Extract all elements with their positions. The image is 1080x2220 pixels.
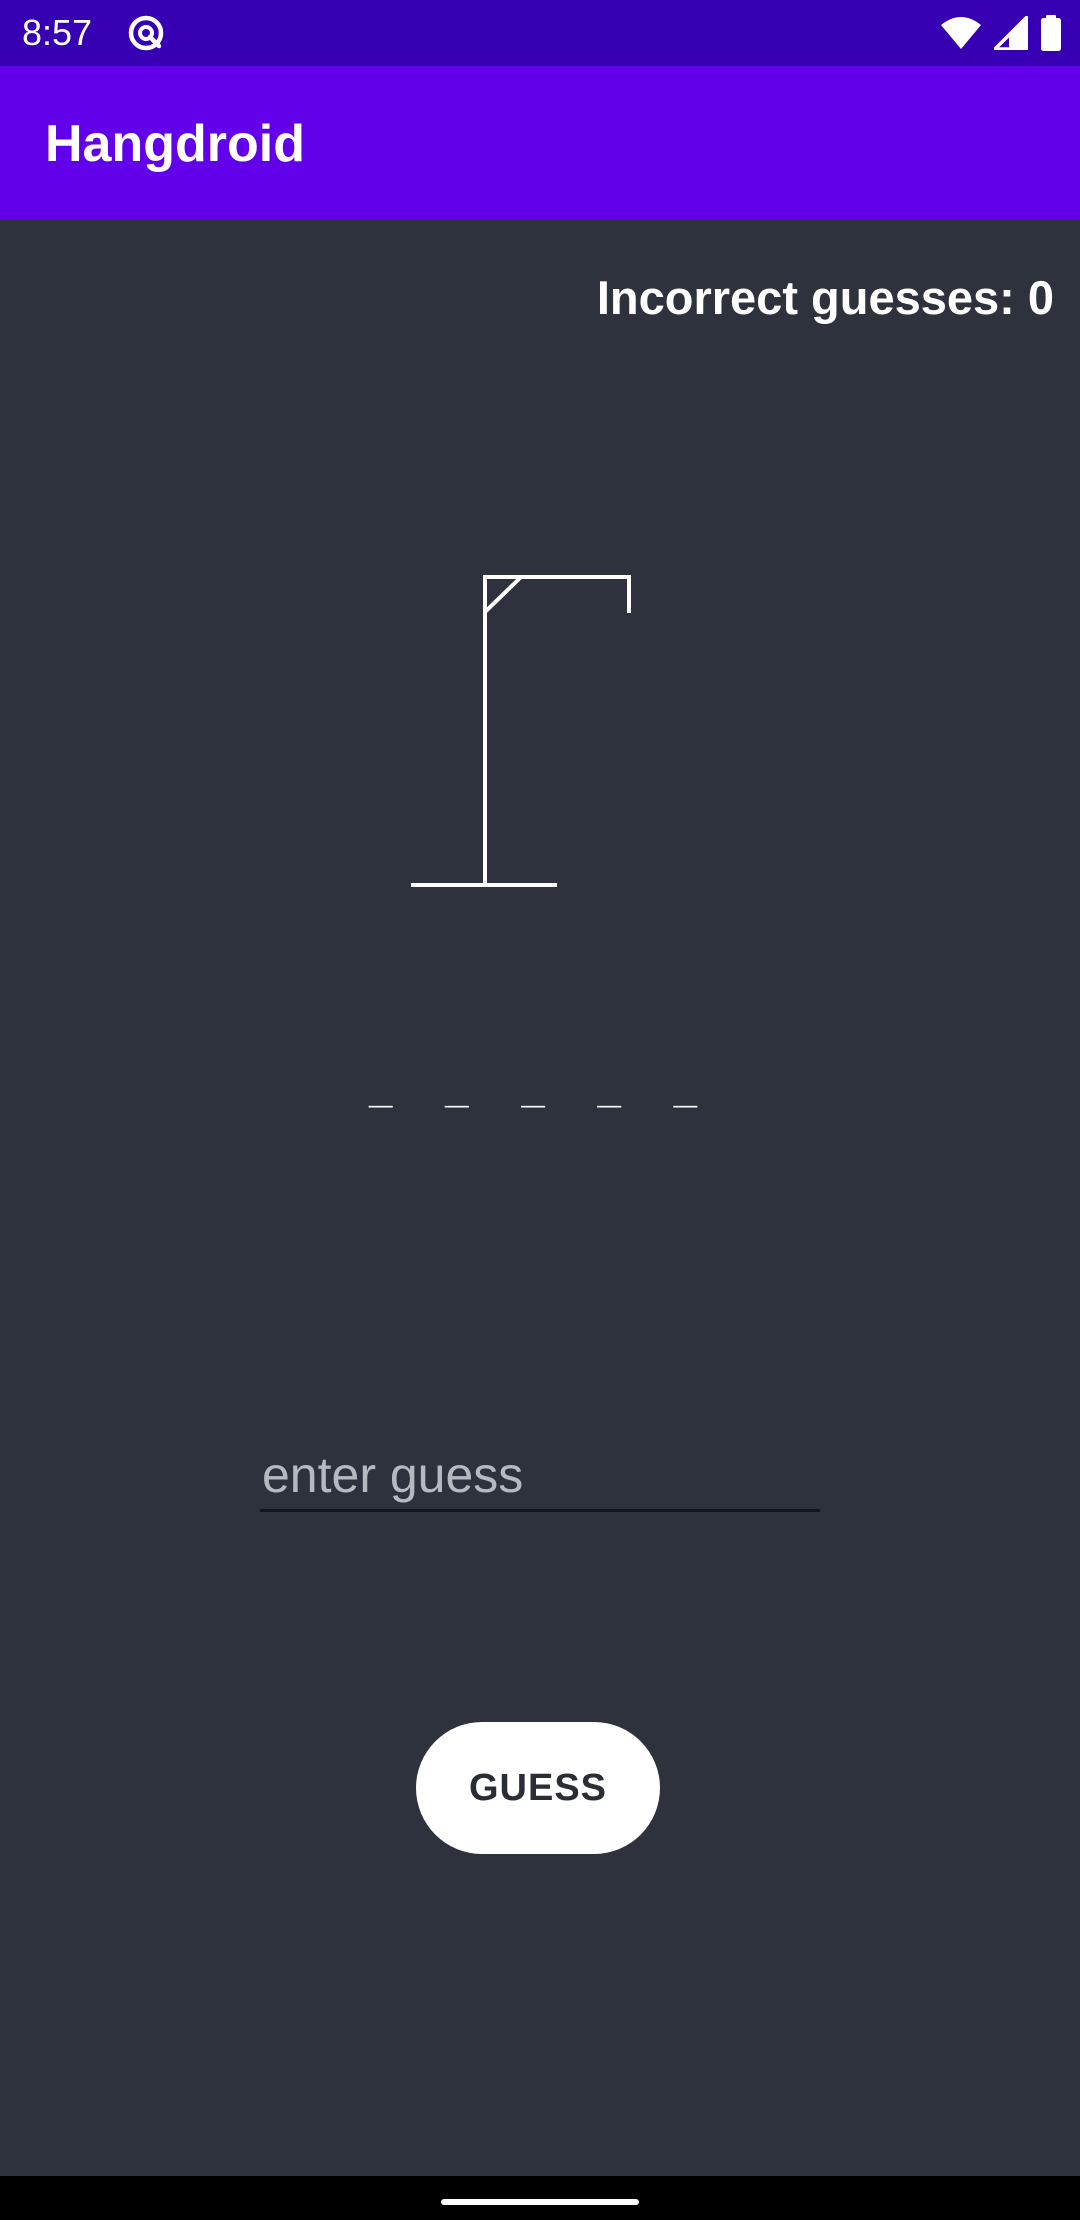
guess-button[interactable]: GUESS <box>416 1722 660 1854</box>
signal-icon <box>994 16 1028 50</box>
gallows-drawing <box>411 575 631 887</box>
app-bar: Hangdroid <box>0 66 1080 220</box>
battery-icon <box>1041 15 1061 51</box>
incorrect-guesses-label: Incorrect guesses: <box>596 271 1015 324</box>
home-gesture-handle[interactable] <box>441 2199 639 2205</box>
app-title: Hangdroid <box>45 115 305 173</box>
guess-input[interactable] <box>260 1440 820 1512</box>
status-time: 8:57 <box>22 12 93 53</box>
gallows-brace <box>483 575 523 614</box>
navigation-bar <box>0 2176 1080 2220</box>
at-sign-icon <box>128 15 164 51</box>
word-display: _ _ _ _ _ <box>368 1062 712 1108</box>
incorrect-guesses-counter: Incorrect guesses: 0 <box>597 268 1054 328</box>
status-icons <box>940 12 1062 54</box>
status-bar: 8:57 <box>0 0 1080 66</box>
incorrect-guesses-count: 0 <box>1027 271 1054 324</box>
wifi-icon <box>941 17 981 49</box>
